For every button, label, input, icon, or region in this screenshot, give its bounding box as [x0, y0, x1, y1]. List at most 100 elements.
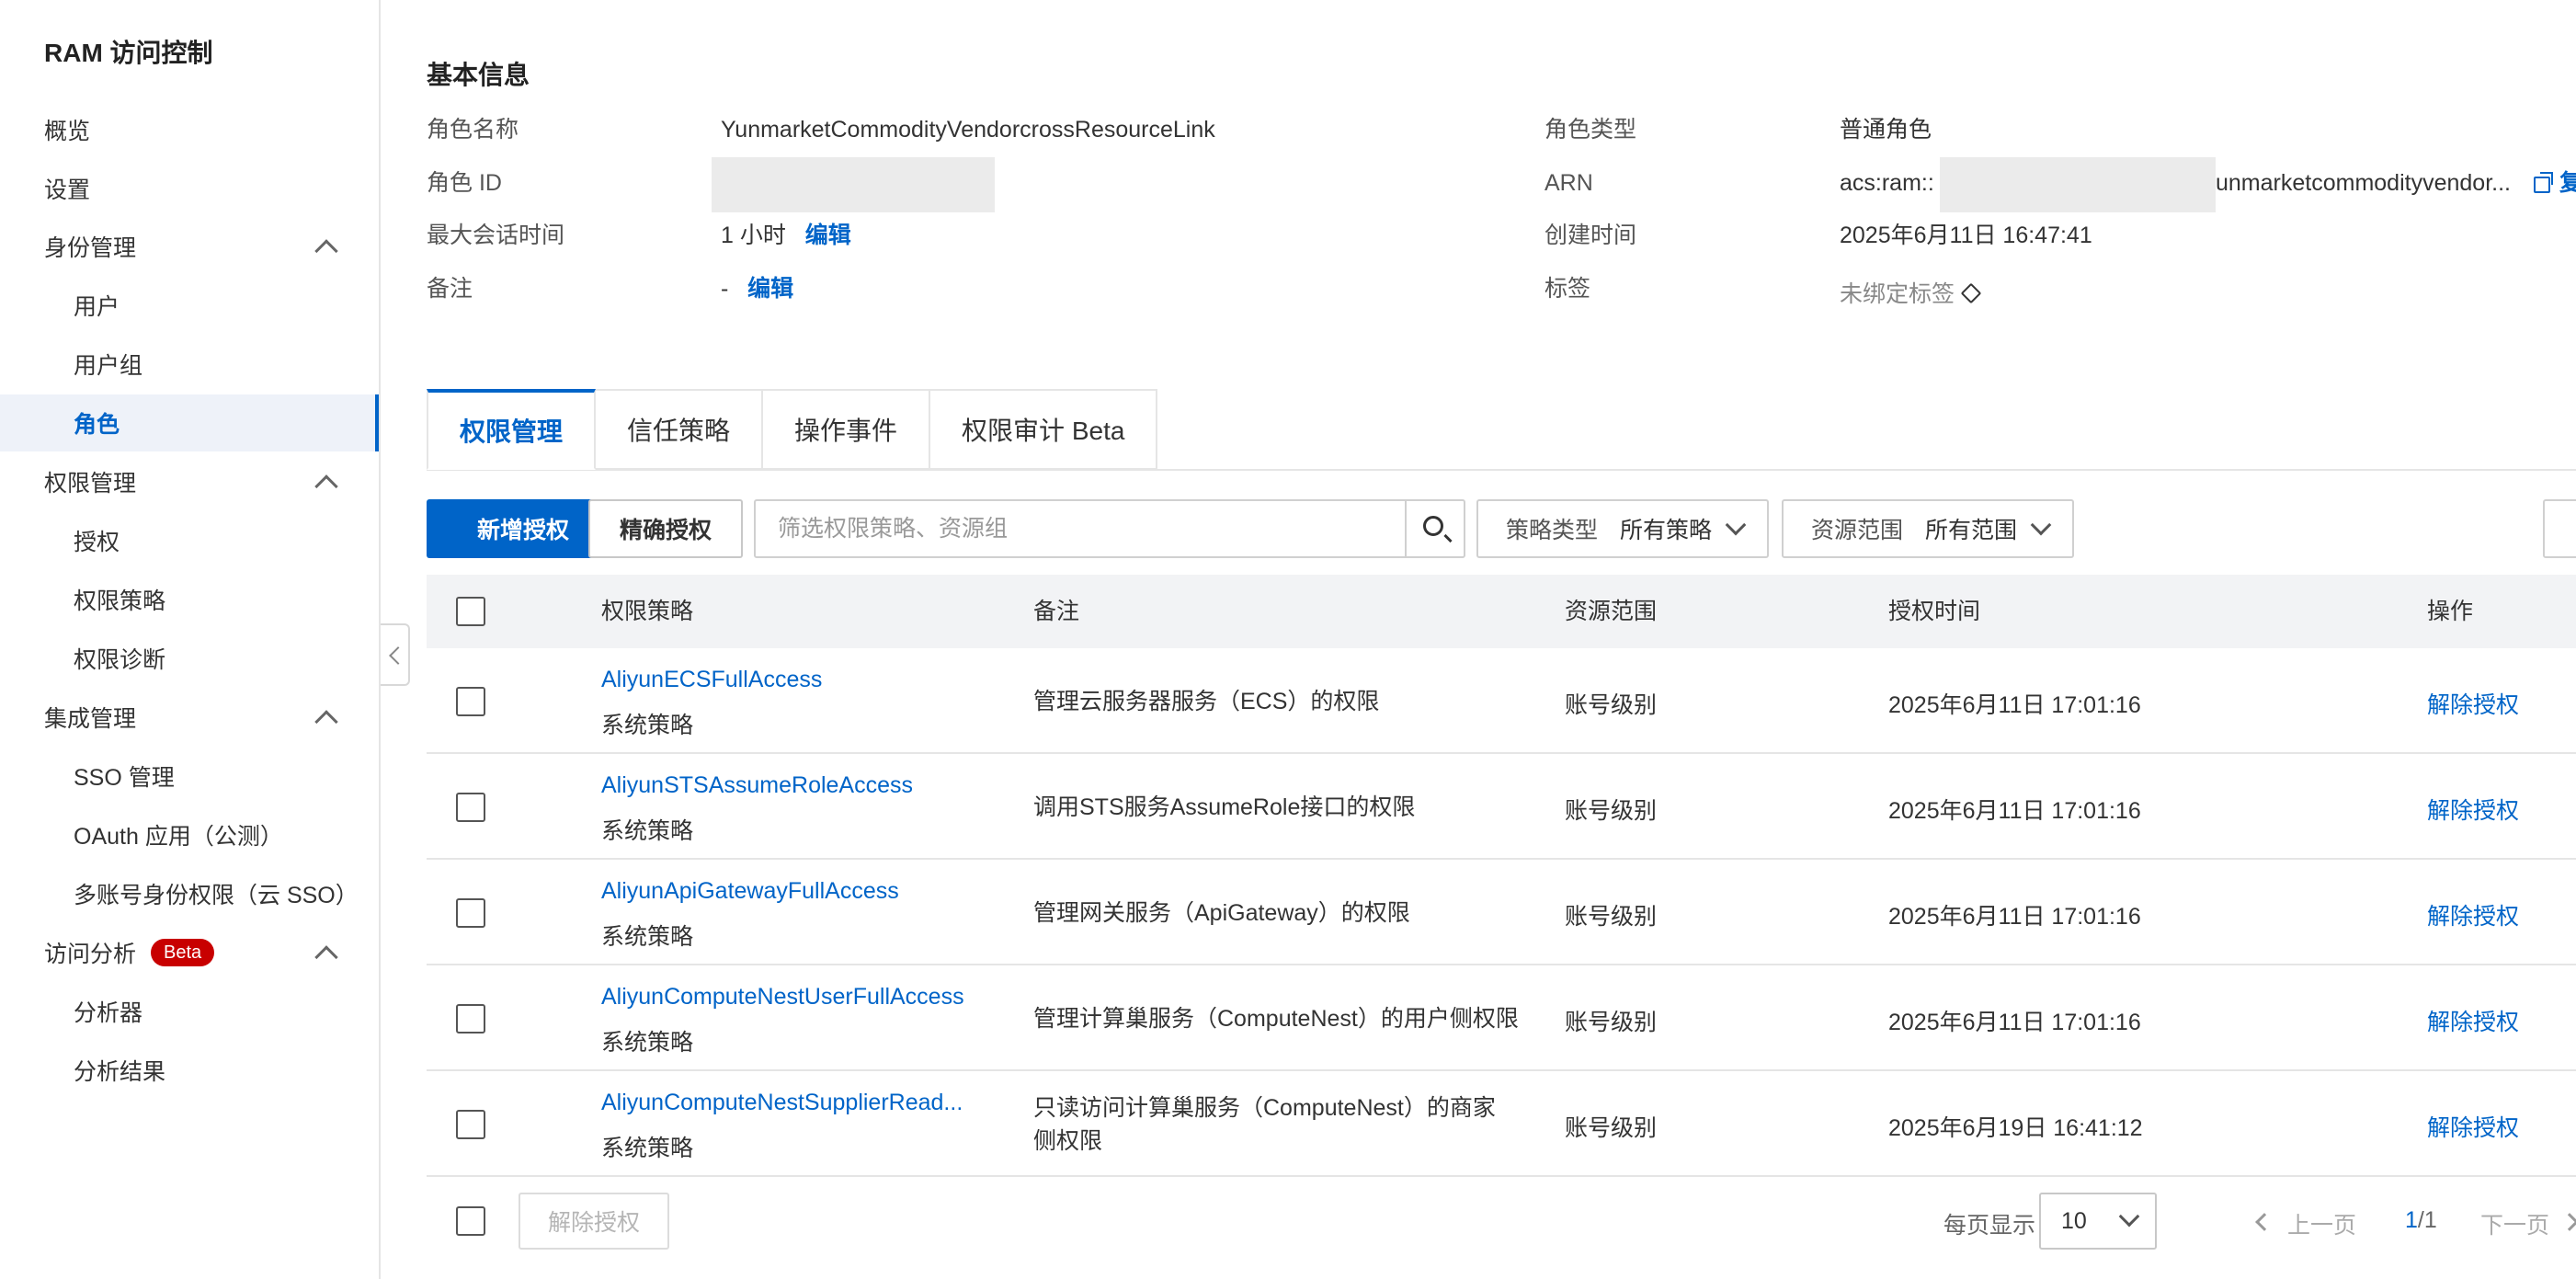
copy-icon[interactable]	[2534, 172, 2553, 193]
next-page-button[interactable]: 下一页	[2480, 1207, 2549, 1240]
policy-name-link[interactable]: AliyunComputeNestUserFullAccess	[601, 984, 964, 1011]
row-checkbox[interactable]	[456, 1110, 485, 1139]
col-action: 操作	[2427, 599, 2474, 624]
tab-permission-management[interactable]: 权限管理	[427, 389, 597, 470]
prev-page-button[interactable]: 上一页	[2287, 1207, 2356, 1240]
sidebar-group-integration[interactable]: 集成管理	[0, 689, 379, 746]
policy-type-label: 策略类型	[1506, 518, 1599, 543]
policy-name-link[interactable]: AliyunComputeNestSupplierRead...	[601, 1090, 963, 1116]
row-checkbox[interactable]	[456, 898, 485, 928]
select-all-checkbox[interactable]	[456, 597, 485, 626]
edit-remark-link[interactable]: 编辑	[747, 276, 793, 302]
created-time-label: 创建时间	[1544, 223, 1637, 248]
refresh-button[interactable]	[2543, 499, 2576, 558]
total-pages: /1	[2417, 1207, 2437, 1233]
resource-scope-select[interactable]: 资源范围 所有范围	[1782, 499, 2074, 558]
sidebar-item-cloud-sso[interactable]: 多账号身份权限（云 SSO）	[0, 865, 379, 922]
policy-name-link[interactable]: AliyunECSFullAccess	[601, 667, 822, 693]
policy-name-link[interactable]: AliyunApiGatewayFullAccess	[601, 878, 899, 905]
sidebar-item-settings[interactable]: 设置	[0, 160, 379, 217]
role-id-redacted	[712, 157, 995, 212]
revoke-link[interactable]: 解除授权	[2427, 687, 2519, 720]
grant-time: 2025年6月11日 17:01:16	[1888, 692, 2141, 718]
table-header: 权限策略 备注 资源范围 授权时间 操作	[427, 575, 2576, 648]
sidebar-item-roles[interactable]: 角色	[0, 394, 379, 451]
sidebar-item-grants[interactable]: 授权	[0, 512, 379, 569]
policy-scope: 账号级别	[1565, 798, 1658, 824]
tab-trust-policy[interactable]: 信任策略	[596, 389, 764, 470]
edit-pen-icon[interactable]	[1960, 283, 1982, 304]
revoke-link[interactable]: 解除授权	[2427, 1004, 2519, 1037]
sidebar-item-users[interactable]: 用户	[0, 277, 379, 334]
role-type-value: 普通角色	[1840, 117, 1932, 143]
table-row: AliyunComputeNestUserFullAccess 系统策略 管理计…	[427, 965, 2576, 1071]
sidebar-title: RAM 访问控制	[44, 39, 213, 67]
policy-remark: 管理云服务器服务（ECS）的权限	[1033, 689, 1380, 714]
sidebar-item-label: 用户组	[74, 353, 143, 379]
sidebar-group-access-analysis[interactable]: 访问分析 Beta	[0, 924, 379, 981]
tab-permission-audit[interactable]: 权限审计 Beta	[930, 389, 1158, 470]
resource-scope-value: 所有范围	[1925, 518, 2018, 543]
sidebar-item-overview[interactable]: 概览	[0, 101, 379, 158]
table-row: AliyunApiGatewayFullAccess 系统策略 管理网关服务（A…	[427, 860, 2576, 965]
sidebar-item-diagnostics[interactable]: 权限诊断	[0, 630, 379, 687]
sidebar-item-sso[interactable]: SSO 管理	[0, 748, 379, 805]
role-id-label: 角色 ID	[427, 170, 502, 196]
chevron-up-icon	[314, 474, 338, 498]
grant-time: 2025年6月11日 17:01:16	[1888, 904, 2141, 930]
table-row: AliyunSTSAssumeRoleAccess 系统策略 调用STS服务As…	[427, 754, 2576, 860]
policy-scope: 账号级别	[1565, 904, 1658, 930]
sidebar-item-analysis-results[interactable]: 分析结果	[0, 1042, 379, 1099]
col-remark: 备注	[1033, 599, 1080, 624]
sidebar-item-policies[interactable]: 权限策略	[0, 571, 379, 628]
basic-info-title: 基本信息	[427, 61, 530, 89]
policy-remark: 调用STS服务AssumeRole接口的权限	[1033, 794, 1416, 820]
chevron-right-icon	[2560, 1213, 2576, 1231]
policy-remark: 管理计算巢服务（ComputeNest）的用户侧权限	[1033, 1006, 1519, 1032]
grant-time: 2025年6月11日 17:01:16	[1888, 798, 2141, 824]
policy-name-link[interactable]: AliyunSTSAssumeRoleAccess	[601, 772, 913, 799]
row-checkbox[interactable]	[456, 687, 485, 716]
sidebar-item-label: 权限诊断	[74, 647, 166, 673]
precise-grant-button[interactable]: 精确授权	[588, 499, 744, 558]
arn-redacted	[1940, 157, 2216, 212]
sidebar-item-user-groups[interactable]: 用户组	[0, 336, 379, 393]
bulk-revoke-button[interactable]: 解除授权	[519, 1193, 669, 1250]
remark-label: 备注	[427, 276, 473, 302]
policy-type-select[interactable]: 策略类型 所有策略	[1476, 499, 1769, 558]
page-size-select[interactable]: 10	[2039, 1193, 2157, 1250]
resource-scope-label: 资源范围	[1811, 518, 1904, 543]
created-time-value: 2025年6月11日 16:47:41	[1840, 223, 2092, 248]
policy-scope: 账号级别	[1565, 1115, 1658, 1141]
col-time: 授权时间	[1888, 599, 1981, 624]
sidebar-item-label: 权限策略	[74, 588, 166, 614]
sidebar-item-label: 多账号身份权限（云 SSO）	[74, 883, 359, 908]
chevron-up-icon	[314, 945, 338, 969]
tab-operation-events[interactable]: 操作事件	[763, 389, 931, 470]
row-checkbox[interactable]	[456, 793, 485, 822]
main-content: 基本信息 角色名称 YunmarketCommodityVendorcrossR…	[382, 0, 2576, 1279]
search-input[interactable]	[756, 501, 1399, 556]
policy-remark: 管理网关服务（ApiGateway）的权限	[1033, 900, 1410, 926]
sidebar-group-identity[interactable]: 身份管理	[0, 218, 379, 275]
policy-type: 系统策略	[601, 1136, 694, 1161]
revoke-link[interactable]: 解除授权	[2427, 898, 2519, 931]
sidebar-item-oauth[interactable]: OAuth 应用（公测）	[0, 806, 379, 863]
max-session-label: 最大会话时间	[427, 223, 565, 248]
revoke-link[interactable]: 解除授权	[2427, 793, 2519, 826]
search-button[interactable]	[1405, 501, 1464, 556]
row-checkbox[interactable]	[456, 1004, 485, 1033]
revoke-link[interactable]: 解除授权	[2427, 1110, 2519, 1143]
search-box	[754, 499, 1465, 558]
sidebar-group-permissions[interactable]: 权限管理	[0, 453, 379, 510]
sidebar-item-label: 设置	[44, 177, 91, 203]
max-session-text: 1 小时	[721, 223, 786, 248]
table-row: AliyunECSFullAccess 系统策略 管理云服务器服务（ECS）的权…	[427, 648, 2576, 754]
footer-select-all-checkbox[interactable]	[456, 1206, 485, 1236]
tags-value: 未绑定标签	[1840, 278, 1982, 311]
sidebar: RAM 访问控制 概览 设置 身份管理 用户 用户组 角色 权限管理 授权 权限…	[0, 0, 381, 1279]
edit-session-link[interactable]: 编辑	[805, 223, 851, 248]
copy-arn-link[interactable]: 复	[2559, 166, 2576, 200]
policy-type: 系统策略	[601, 924, 694, 950]
sidebar-item-analyzer[interactable]: 分析器	[0, 983, 379, 1040]
